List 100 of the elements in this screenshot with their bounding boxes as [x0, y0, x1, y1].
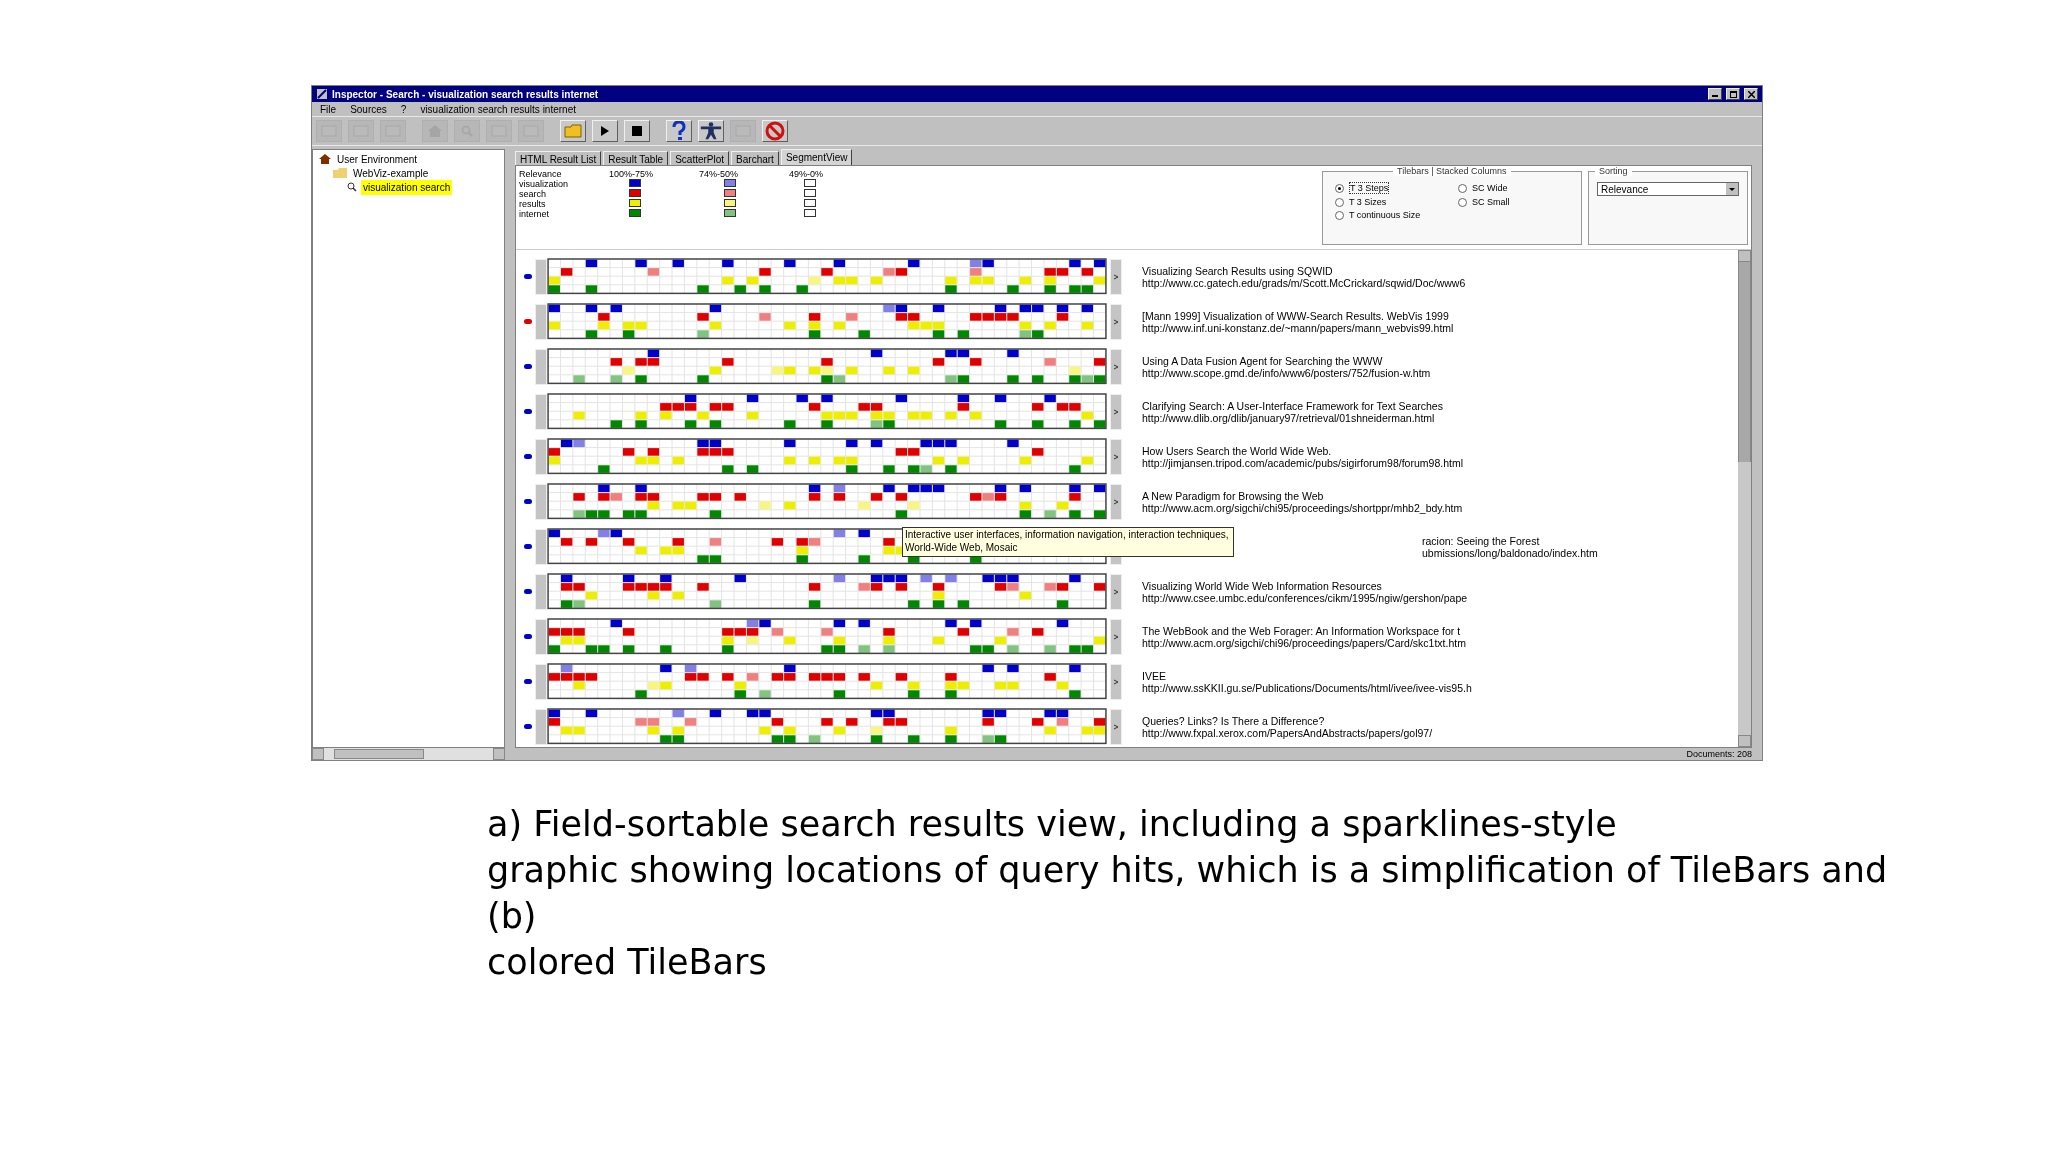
result-url[interactable]: ubmissions/long/baldonado/index.htm [1422, 546, 1598, 559]
menu-item[interactable]: visualization search results internet [420, 101, 576, 117]
scroll-right-button[interactable] [1110, 303, 1122, 340]
tab[interactable]: SegmentView [780, 149, 853, 165]
result-title[interactable]: Clarifying Search: A User-Interface Framework for Text Searches [1142, 399, 1443, 412]
scroll-right-button[interactable] [1110, 708, 1122, 745]
radio-button[interactable] [1335, 183, 1344, 193]
prohibited-icon [765, 121, 785, 141]
scroll-left-button[interactable] [535, 708, 547, 745]
scroll-right-button[interactable] [1110, 348, 1122, 385]
scroll-left-button[interactable] [535, 618, 547, 655]
chevron-right-icon [1113, 588, 1119, 595]
result-title[interactable]: Visualizing World Wide Web Information Resources [1142, 579, 1468, 592]
sorting-dropdown[interactable]: Relevance [1597, 182, 1739, 196]
question-mark-icon [672, 121, 686, 141]
tab[interactable]: Barchart [731, 151, 779, 165]
tree-item[interactable]: visualization search [361, 179, 453, 195]
chevron-right-icon [1113, 453, 1119, 460]
result-title[interactable]: IVEE [1142, 669, 1472, 682]
result-title[interactable]: racion: Seeing the Forest [1422, 534, 1598, 547]
legend-swatch [724, 209, 736, 217]
legend-term-label: internet [519, 209, 551, 219]
figure-caption: a) Field-sortable search results view, including a sparklines-style graphic showing locations of query hits, which is a simplification of TileBars and (b) colored TileBars [487, 803, 1889, 984]
option-label: SC Small [1472, 197, 1510, 207]
horizontal-scrollbar[interactable] [312, 748, 505, 760]
maximize-button[interactable] [1726, 88, 1740, 100]
result-title[interactable]: A New Paradigm for Browsing the Web [1142, 489, 1463, 502]
scroll-right-button[interactable] [1110, 618, 1122, 655]
scroll-left-button[interactable] [535, 303, 547, 340]
chevron-right-icon [1113, 633, 1119, 640]
chevron-right-icon [1113, 678, 1119, 685]
scroll-right-button[interactable] [1110, 663, 1122, 700]
folder-icon [564, 124, 582, 138]
result-title[interactable]: [Mann 1999] Visualization of WWW-Search Results. WebVis 1999 [1142, 309, 1454, 322]
radio-button[interactable] [1458, 183, 1467, 193]
result-title[interactable]: Using A Data Fusion Agent for Searching the WWW [1142, 354, 1431, 367]
legend-range-label: 74%-50% [699, 169, 740, 179]
scroll-right-button[interactable] [1110, 438, 1122, 475]
result-title[interactable]: Visualizing Search Results using SQWID [1142, 264, 1466, 277]
result-url[interactable]: http://www.inf.uni-konstanz.de/~mann/papers/mann_webvis99.html [1142, 321, 1454, 334]
legend-swatch [804, 189, 816, 197]
scroll-left-button[interactable] [535, 483, 547, 520]
result-title[interactable]: The WebBook and the Web Forager: An Information Workspace for t [1142, 624, 1466, 637]
result-url[interactable]: http://www.dlib.org/dlib/january97/retrieval/01shneiderman.html [1142, 411, 1443, 424]
scroll-left-button[interactable] [535, 438, 547, 475]
result-url[interactable]: http://www.scope.gmd.de/info/www6/posters/752/fusion-w.htm [1142, 366, 1431, 379]
tree-item[interactable]: User Environment [335, 151, 420, 167]
chevron-right-icon [1113, 318, 1119, 325]
radio-button[interactable] [1335, 197, 1344, 207]
menu-item[interactable]: Sources [350, 101, 387, 117]
option-label: T continuous Size [1349, 210, 1421, 220]
result-url[interactable]: http://www.csee.umbc.edu/conferences/cikm/1995/ngiw/gershon/pape [1142, 591, 1468, 604]
legend-heading: Relevance [519, 169, 563, 179]
group-title: Tilebars | Stacked Columns [1393, 166, 1511, 176]
menu-item[interactable]: File [320, 101, 337, 117]
tab[interactable]: ScatterPlot [670, 151, 730, 165]
scroll-right-button[interactable] [1110, 258, 1122, 295]
tab[interactable]: HTML Result List [515, 151, 602, 165]
result-url[interactable]: http://www.cc.gatech.edu/grads/m/Scott.McCrickard/sqwid/Doc/www6 [1142, 276, 1466, 289]
option-label: T 3 Sizes [1349, 197, 1387, 207]
result-url[interactable]: http://jimjansen.tripod.com/academic/pubs/sigirforum98/forum98.html [1142, 456, 1463, 469]
result-url[interactable]: http://www.fxpal.xerox.com/PapersAndAbstracts/papers/gol97/ [1142, 726, 1433, 739]
legend-swatch [724, 179, 736, 187]
legend-swatch [724, 189, 736, 197]
close-icon [1747, 91, 1755, 98]
chevron-right-icon [1113, 363, 1119, 370]
radio-button[interactable] [1335, 210, 1344, 220]
close-button[interactable] [1744, 88, 1758, 100]
radio-button[interactable] [1458, 197, 1467, 207]
result-url[interactable]: http://www.acm.org/sigchi/chi95/proceedings/shortppr/mhb2_bdy.htm [1142, 501, 1463, 514]
tree-item[interactable]: WebViz-example [351, 165, 431, 181]
chevron-right-icon [1113, 273, 1119, 280]
scroll-left-button[interactable] [535, 258, 547, 295]
result-url[interactable]: http://www.ssKKII.gu.se/Publications/Documents/html/ivee/ivee-vis95.h [1142, 681, 1472, 694]
scroll-right-button[interactable] [1110, 573, 1122, 610]
tab[interactable]: Result Table [603, 151, 669, 165]
legend-swatch [724, 199, 736, 207]
document-count: Documents: 208 [1686, 748, 1752, 760]
scroll-right-button[interactable] [1110, 483, 1122, 520]
result-title[interactable]: How Users Search the World Wide Web. [1142, 444, 1463, 457]
scroll-left-button[interactable] [535, 663, 547, 700]
vertical-scrollbar[interactable] [1738, 250, 1751, 747]
scroll-left-button[interactable] [535, 528, 547, 565]
play-icon [600, 125, 610, 137]
scroll-left-button[interactable] [535, 393, 547, 430]
tooltip-text: Interactive user interfaces, information navigation, interaction techniques, [905, 528, 1229, 541]
search-icon [347, 182, 357, 192]
scroll-left-button[interactable] [535, 573, 547, 610]
scroll-right-button[interactable] [1110, 393, 1122, 430]
chevron-right-icon [1113, 498, 1119, 505]
legend-range-label: 49%-0% [789, 169, 825, 179]
scroll-left-button[interactable] [535, 348, 547, 385]
legend-term-label: search [519, 189, 547, 199]
option-label: SC Wide [1472, 183, 1508, 193]
result-title[interactable]: Queries? Links? Is There a Difference? [1142, 714, 1433, 727]
legend-range-label: 100%-75% [609, 169, 655, 179]
result-url[interactable]: http://www.acm.org/sigchi/chi96/proceedings/papers/Card/skc1txt.htm [1142, 636, 1466, 649]
minimize-button[interactable] [1708, 88, 1722, 100]
menu-item[interactable]: ? [400, 101, 407, 117]
option-label: T 3 Steps [1349, 182, 1390, 194]
